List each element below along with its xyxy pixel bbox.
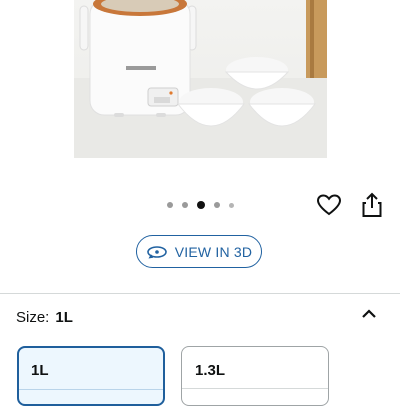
rotate-3d-icon [146,245,167,259]
carousel-dot[interactable] [213,202,220,208]
view-in-3d-button[interactable]: VIEW IN 3D [136,235,262,268]
chevron-up-icon [362,309,376,318]
size-selected-value: 1L [55,309,73,326]
view-in-3d-label: VIEW IN 3D [174,243,253,260]
section-divider [0,293,400,294]
rice-cooker-illustration [74,0,327,158]
size-option-label: 1L [31,362,49,379]
carousel-dot[interactable] [181,202,188,208]
favorite-button[interactable] [315,191,343,219]
share-icon [362,192,382,217]
size-option-1l[interactable]: 1L [17,346,165,406]
size-option-1-3l[interactable]: 1.3L [181,346,329,406]
collapse-size-button[interactable] [358,303,380,325]
product-image[interactable] [74,0,327,158]
option-separator [182,388,328,389]
carousel-dot[interactable] [196,201,205,209]
option-separator [19,389,163,390]
size-selector-header: Size: 1L [16,309,73,326]
size-label: Size: [16,309,50,326]
share-button[interactable] [358,191,386,219]
carousel-dot[interactable] [166,202,173,208]
size-option-label: 1.3L [195,362,226,379]
heart-outline-icon [317,194,341,216]
carousel-dot[interactable] [228,202,234,208]
